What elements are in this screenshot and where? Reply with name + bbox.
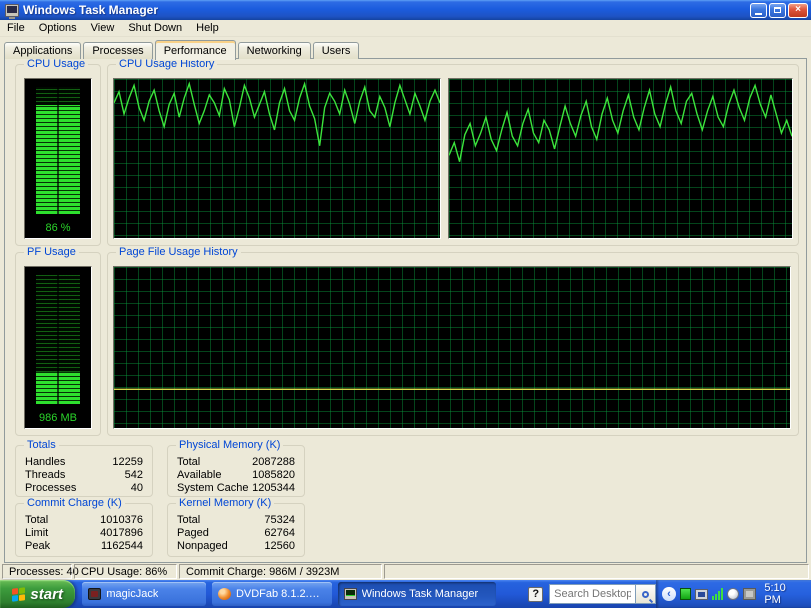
magnifier-icon: [642, 590, 650, 598]
cpu1-history-graph: [113, 78, 441, 239]
taskbar-button-magicjack[interactable]: magicJack: [82, 582, 206, 606]
tab-processes[interactable]: Processes: [83, 42, 153, 59]
pf-usage-gauge: 986 MB: [24, 266, 92, 429]
taskbar: start magicJack DVDFab 8.1.2.7 (13/... W…: [0, 580, 811, 608]
kernel-memory-label: Kernel Memory (K): [176, 497, 275, 509]
stat-row: Limit 4017896: [25, 527, 143, 539]
menu-shutdown[interactable]: Shut Down: [121, 21, 189, 35]
tray-collapse-chevron-icon[interactable]: ‹: [662, 587, 676, 601]
menu-help[interactable]: Help: [189, 21, 226, 35]
physical-memory-group: Physical Memory (K) Total 2087288 Availab…: [167, 439, 305, 497]
status-bar: Processes: 40 CPU Usage: 86% Commit Char…: [0, 563, 811, 580]
status-filler: [384, 564, 809, 579]
stat-row: Paged 62764: [177, 527, 295, 539]
magicjack-icon: [88, 588, 102, 600]
cpu-usage-value: 86 %: [45, 222, 71, 234]
window-title: Windows Task Manager: [23, 3, 159, 17]
maximize-icon: [774, 7, 781, 13]
signal-strength-icon[interactable]: [712, 588, 724, 600]
commit-charge-group: Commit Charge (K) Total 1010376 Limit 4017…: [15, 497, 153, 557]
system-tray: ‹ 5:10 PM: [656, 580, 811, 608]
page-file-history-graph: [113, 266, 791, 429]
cpu-usage-gauge: 86 %: [24, 78, 92, 239]
pf-usage-value: 986 MB: [39, 412, 77, 424]
start-label: start: [30, 585, 63, 603]
taskbar-button-task-manager[interactable]: Windows Task Manager: [337, 582, 497, 606]
pf-usage-group: PF Usage 986 MB: [15, 246, 101, 436]
minimize-button[interactable]: [750, 2, 767, 18]
menu-view[interactable]: View: [84, 21, 122, 35]
status-cpu-usage: CPU Usage: 86%: [74, 564, 177, 579]
close-icon: ×: [795, 4, 801, 15]
totals-label: Totals: [24, 439, 59, 451]
cpu-meter-tray-icon[interactable]: [679, 588, 692, 600]
tab-users[interactable]: Users: [312, 42, 360, 59]
cpu-usage-group: CPU Usage 86 %: [15, 58, 101, 246]
help-icon[interactable]: ?: [528, 586, 544, 602]
stat-row: Peak 1162544: [25, 540, 143, 552]
network-tray-icon[interactable]: [695, 588, 709, 600]
cpu-usage-led-bar: [36, 87, 80, 214]
tab-performance[interactable]: Performance: [154, 40, 236, 60]
totals-group: Totals Handles 12259 Threads 542 Processes…: [15, 439, 153, 497]
stat-row: Processes 40: [25, 482, 143, 494]
start-button[interactable]: start: [0, 580, 76, 608]
kernel-memory-group: Kernel Memory (K) Total 75324 Paged 62764 …: [167, 497, 305, 557]
stat-row: Handles 12259: [25, 456, 143, 468]
search-button[interactable]: [635, 584, 657, 604]
sphere-tray-icon[interactable]: [727, 588, 739, 600]
commit-charge-label: Commit Charge (K): [24, 497, 125, 509]
tab-networking[interactable]: Networking: [237, 42, 311, 59]
minimize-icon: [755, 12, 762, 15]
desktop: Windows Task Manager × File Options View…: [0, 0, 811, 608]
pf-usage-group-label: PF Usage: [24, 246, 79, 258]
cpu-history-group: CPU Usage History: [107, 58, 799, 246]
close-button[interactable]: ×: [788, 2, 808, 18]
physical-memory-label: Physical Memory (K): [176, 439, 284, 451]
windows-flag-icon: [12, 586, 26, 602]
task-manager-taskbar-icon: [343, 588, 357, 600]
caption-buttons: ×: [750, 2, 808, 18]
stat-row: Threads 542: [25, 469, 143, 481]
stat-row: Total 75324: [177, 514, 295, 526]
title-bar[interactable]: Windows Task Manager ×: [0, 0, 811, 20]
tab-strip: Applications Processes Performance Netwo…: [4, 40, 361, 60]
task-manager-icon: [5, 3, 19, 19]
taskbar-button-dvdfab[interactable]: DVDFab 8.1.2.7 (13/...: [211, 582, 332, 606]
menu-bar: File Options View Shut Down Help: [0, 20, 811, 37]
cpu2-history-graph: [448, 78, 793, 239]
display-tray-icon[interactable]: [742, 588, 757, 600]
search-input[interactable]: [549, 584, 636, 604]
performance-tab-page: CPU Usage 86 % CPU Usage History PF Usag…: [4, 58, 807, 563]
status-commit-charge: Commit Charge: 986M / 3923M: [179, 564, 382, 579]
page-file-history-group: Page File Usage History: [107, 246, 799, 436]
dvdfab-icon: [217, 588, 231, 600]
status-processes: Processes: 40: [2, 564, 79, 579]
desktop-search: [549, 584, 657, 604]
clock[interactable]: 5:10 PM: [764, 582, 804, 606]
page-file-history-label: Page File Usage History: [116, 246, 241, 258]
stat-row: Total 1010376: [25, 514, 143, 526]
menu-file[interactable]: File: [0, 21, 32, 35]
stat-row: System Cache 1205344: [177, 482, 295, 494]
menu-options[interactable]: Options: [32, 21, 84, 35]
stat-row: Available 1085820: [177, 469, 295, 481]
maximize-button[interactable]: [769, 2, 786, 18]
stat-row: Total 2087288: [177, 456, 295, 468]
stat-row: Nonpaged 12560: [177, 540, 295, 552]
cpu-usage-group-label: CPU Usage: [24, 58, 89, 70]
tab-applications[interactable]: Applications: [4, 42, 82, 59]
pf-usage-led-bar: [36, 275, 80, 404]
